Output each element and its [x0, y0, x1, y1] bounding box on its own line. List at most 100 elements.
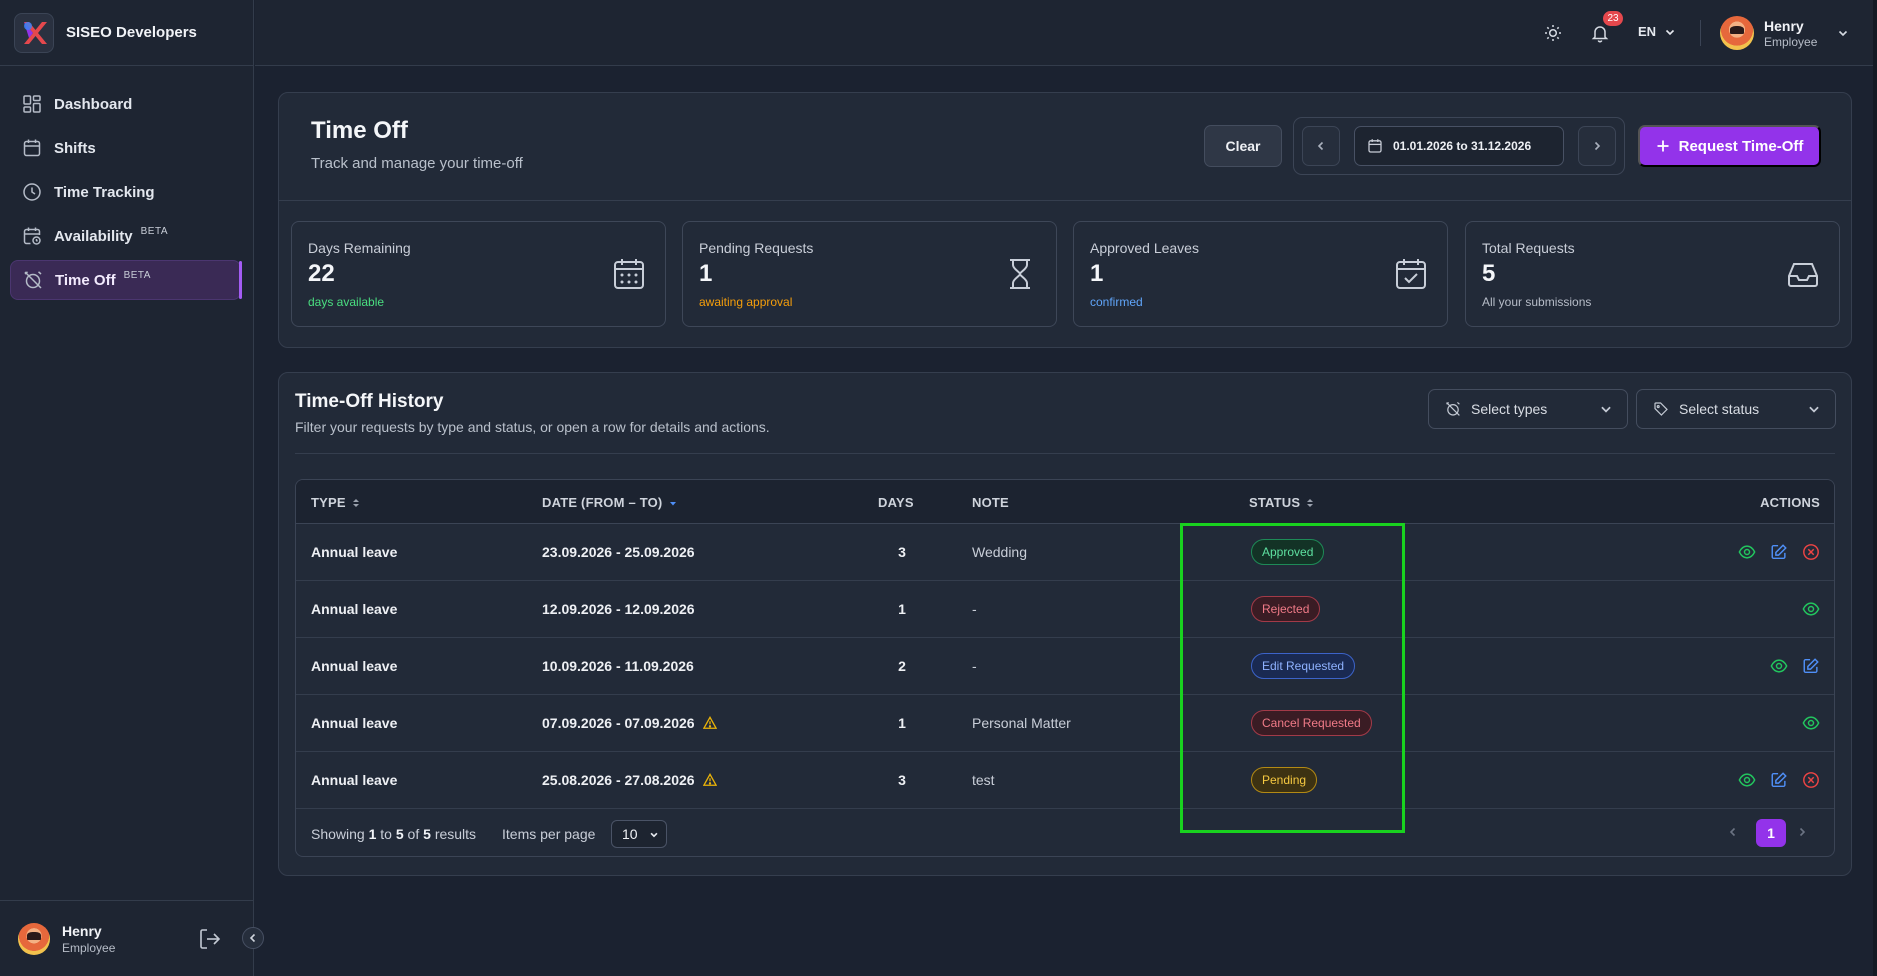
sidebar-item-label: Time Tracking	[54, 183, 155, 201]
avatar[interactable]	[18, 922, 50, 955]
language-selector[interactable]: EN	[1638, 24, 1676, 39]
brand: SISEO Developers	[0, 0, 253, 66]
chevron-left-icon	[1729, 827, 1736, 837]
clear-button[interactable]: Clear	[1204, 125, 1282, 167]
window-edge	[1873, 0, 1877, 976]
next-range-button[interactable]	[1578, 126, 1616, 166]
user-name: Henry	[1764, 17, 1804, 34]
calendar-grid-icon	[611, 256, 647, 292]
app-logo[interactable]	[14, 12, 54, 53]
column-type[interactable]: TYPE	[311, 495, 360, 510]
column-days: DAYS	[878, 495, 914, 510]
page-1-button[interactable]: 1	[1756, 819, 1786, 847]
beta-badge: BETA	[123, 269, 151, 281]
table-row[interactable]: Annual leave 10.09.2026 - 11.09.2026 2 -…	[296, 638, 1834, 695]
divider	[1700, 20, 1701, 46]
table-row[interactable]: Annual leave 12.09.2026 - 12.09.2026 1 -…	[296, 581, 1834, 638]
warning-icon	[702, 716, 717, 729]
cell-type: Annual leave	[311, 772, 398, 788]
edit-icon[interactable]	[1770, 543, 1788, 561]
eye-icon[interactable]	[1802, 600, 1820, 618]
logout-icon[interactable]	[198, 927, 222, 951]
page-subtitle: Track and manage your time-off	[311, 155, 523, 172]
cell-type: Annual leave	[311, 544, 398, 560]
edit-icon[interactable]	[1802, 657, 1820, 675]
stat-total-requests: Total Requests 5 All your submissions	[1465, 221, 1840, 327]
type-filter-select[interactable]: Select types	[1428, 389, 1628, 429]
divider	[295, 453, 1835, 454]
avatar	[1720, 16, 1754, 50]
cell-days: 2	[898, 658, 906, 674]
request-time-off-button[interactable]: Request Time-Off	[1638, 125, 1821, 167]
dashboard-icon	[22, 94, 42, 114]
results-summary: Showing 1 to 5 of 5 results	[311, 826, 477, 842]
status-filter-label: Select status	[1679, 401, 1760, 417]
table-header: TYPE DATE (FROM – TO) DAYS NOTE STATUS A…	[296, 480, 1834, 524]
items-per-page-label: Items per page	[502, 826, 596, 842]
cancel-icon[interactable]	[1802, 543, 1820, 561]
topbar	[255, 0, 1877, 66]
stat-value: 22	[308, 260, 335, 287]
row-actions	[1788, 600, 1820, 618]
column-date[interactable]: DATE (FROM – TO)	[542, 495, 678, 510]
column-status[interactable]: STATUS	[1249, 495, 1314, 510]
eye-icon[interactable]	[1738, 771, 1756, 789]
stat-value: 1	[1090, 260, 1104, 287]
items-per-page-value: 10	[622, 826, 638, 842]
clock-icon	[22, 182, 42, 202]
sidebar-item-shifts[interactable]: Shifts	[10, 128, 241, 168]
edit-icon[interactable]	[1770, 771, 1788, 789]
user-name: Henry	[62, 922, 102, 939]
page-title: Time Off	[311, 117, 408, 144]
type-filter-label: Select types	[1471, 401, 1548, 417]
warning-icon	[702, 773, 717, 786]
beta-badge: BETA	[140, 225, 169, 237]
row-actions	[1756, 657, 1820, 675]
items-per-page-select[interactable]: 10	[611, 820, 667, 848]
table-row[interactable]: Annual leave 07.09.2026 - 07.09.2026 1 P…	[296, 695, 1834, 752]
user-menu[interactable]: Henry Employee	[1720, 16, 1849, 50]
chevron-left-icon	[1317, 141, 1324, 151]
sidebar-item-dashboard[interactable]: Dashboard	[10, 84, 241, 124]
request-time-off-label: Request Time-Off	[1678, 137, 1804, 155]
date-range-value: 01.01.2026 to 31.12.2026	[1393, 139, 1532, 153]
sidebar-item-time-tracking[interactable]: Time Tracking	[10, 172, 241, 212]
cell-date: 07.09.2026 - 07.09.2026	[542, 715, 717, 731]
sidebar-item-label: Shifts	[54, 139, 96, 157]
cancel-icon[interactable]	[1802, 771, 1820, 789]
theme-toggle-icon[interactable]	[1543, 23, 1563, 43]
prev-range-button[interactable]	[1302, 126, 1340, 166]
stat-approved-leaves: Approved Leaves 1 confirmed	[1073, 221, 1448, 327]
cell-type: Annual leave	[311, 658, 398, 674]
date-range-input[interactable]: 01.01.2026 to 31.12.2026	[1354, 126, 1564, 166]
date-range-picker: 01.01.2026 to 31.12.2026	[1293, 117, 1625, 175]
cell-note: Personal Matter	[972, 715, 1071, 731]
prev-page-button[interactable]	[1727, 826, 1739, 838]
next-page-button[interactable]	[1796, 826, 1808, 838]
alarm-off-icon	[23, 270, 43, 290]
cell-type: Annual leave	[311, 601, 398, 617]
stat-label: Total Requests	[1482, 240, 1575, 256]
stat-days-remaining: Days Remaining 22 days available	[291, 221, 666, 327]
table-row[interactable]: Annual leave 25.08.2026 - 27.08.2026 3 t…	[296, 752, 1834, 809]
status-badge: Approved	[1251, 539, 1325, 565]
eye-icon[interactable]	[1770, 657, 1788, 675]
chevron-right-icon	[1799, 827, 1806, 837]
table-row[interactable]: Annual leave 23.09.2026 - 25.09.2026 3 W…	[296, 524, 1834, 581]
notification-badge: 23	[1603, 11, 1623, 26]
sidebar-nav: Dashboard Shifts Time Tracking Availabil…	[0, 66, 253, 300]
chevron-down-icon	[650, 832, 658, 838]
collapse-sidebar-button[interactable]	[242, 927, 264, 949]
status-filter-select[interactable]: Select status	[1636, 389, 1836, 429]
sort-icon	[352, 498, 359, 507]
calendar-icon	[1368, 139, 1382, 153]
stat-note: awaiting approval	[699, 295, 793, 309]
time-off-header: Time Off Track and manage your time-off …	[278, 92, 1852, 348]
bell-icon[interactable]	[1590, 23, 1610, 43]
sidebar-item-time-off[interactable]: Time Off BETA	[10, 260, 242, 300]
eye-icon[interactable]	[1738, 543, 1756, 561]
eye-icon[interactable]	[1802, 714, 1820, 732]
chevron-down-icon	[1601, 406, 1611, 413]
section-subtitle: Filter your requests by type and status,…	[295, 419, 770, 435]
sidebar-item-availability[interactable]: Availability BETA	[10, 216, 241, 256]
